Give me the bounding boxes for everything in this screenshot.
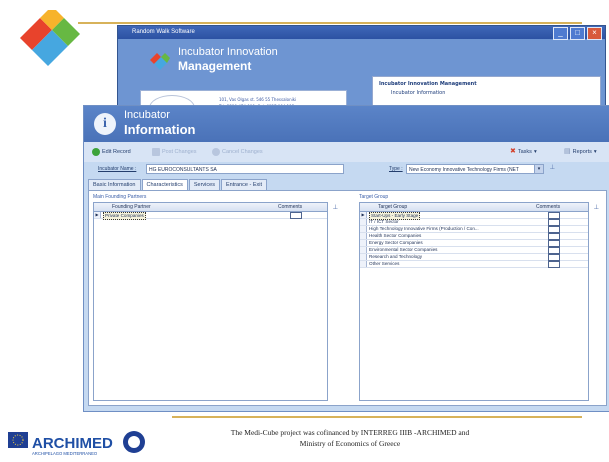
tools-icon: ✖: [510, 148, 516, 155]
check-icon: [92, 148, 100, 156]
tab-bar: Basic Information Characteristics Servic…: [88, 179, 268, 191]
app-title-line1: Incubator: [124, 109, 170, 121]
table-row[interactable]: Other Services: [360, 261, 588, 268]
chevron-down-icon: ▾: [533, 149, 537, 155]
tab-services[interactable]: Services: [188, 179, 220, 190]
archimed-logo: ARCHIMED ARCHIPELAGO MEDITERRANEO: [8, 431, 145, 456]
founding-partners-title: Main Founding Partners: [93, 194, 147, 200]
footer-credit: The Medi-Cube project was cofinanced by …: [160, 427, 540, 449]
row-pointer-icon: ▶: [94, 212, 101, 218]
comment-icon[interactable]: [290, 212, 302, 219]
pin-icon[interactable]: ⟂: [550, 164, 558, 171]
comment-icon[interactable]: [548, 212, 560, 219]
comment-icon[interactable]: [548, 240, 560, 247]
post-changes-button[interactable]: Post Changes: [152, 146, 197, 158]
minimize-icon[interactable]: _: [553, 27, 568, 40]
target-group-cell: Other Services: [369, 261, 400, 266]
app-title-line2: Information: [124, 122, 196, 137]
reports-menu-button[interactable]: ▤ Reports ▾: [564, 146, 597, 158]
cancel-changes-button[interactable]: Cancel Changes: [212, 146, 263, 158]
incubator-form-row: Incubator Name : HG EUROCONSULTANTS SA T…: [84, 162, 609, 178]
target-group-cell: Energy Sector Companies: [369, 240, 423, 245]
incubator-information-window: i Incubator Information Edit Record Post…: [83, 105, 609, 412]
comment-icon[interactable]: [548, 247, 560, 254]
characteristics-panel: Main Founding Partners Founding Partner …: [88, 190, 607, 406]
tasks-label: Tasks: [517, 149, 532, 155]
target-group-title: Target Group: [359, 194, 389, 200]
nav-panel-title: Incubator Innovation Management: [379, 81, 477, 87]
grid-header: Target Group Comments: [360, 203, 588, 212]
pin-icon[interactable]: ⟂: [594, 204, 602, 211]
column-header-comments[interactable]: Comments: [278, 204, 302, 210]
founding-partner-cell: Private Companies: [103, 212, 146, 220]
target-group-grid: Target Group Comments ▶ Start-Ups - Earl…: [359, 202, 589, 401]
info-icon: i: [94, 113, 116, 135]
target-group-cell: High Technology Innovative Firms (Produc…: [369, 226, 479, 231]
reports-label: Reports: [572, 149, 592, 155]
bg-header-line2: Management: [178, 59, 252, 73]
type-select[interactable]: New Economy Innovative Technology Firms …: [406, 164, 544, 174]
bg-window-header: Incubator Innovation Management: [136, 46, 356, 86]
maximize-icon[interactable]: □: [570, 27, 585, 40]
bg-window-controls: _ □ ×: [553, 27, 602, 40]
puzzle-logo-icon: [20, 10, 80, 66]
column-header-founding-partner[interactable]: Founding Partner: [112, 204, 151, 210]
presentation-slide: Random Walk Software _ □ × Incubator Inn…: [0, 0, 609, 462]
table-row[interactable]: Health Sector Companies: [360, 233, 588, 240]
chevron-down-icon[interactable]: ▾: [534, 165, 543, 173]
edit-record-button[interactable]: Edit Record: [92, 146, 131, 158]
toolbar: Edit Record Post Changes Cancel Changes …: [84, 142, 609, 162]
nav-item-incubator-information[interactable]: Incubator Information: [391, 90, 445, 96]
comment-icon[interactable]: [548, 254, 560, 261]
tab-basic-information[interactable]: Basic Information: [88, 179, 141, 190]
target-group-cell: Health Sector Companies: [369, 233, 422, 238]
type-select-value: New Economy Innovative Technology Firms …: [409, 167, 519, 173]
edit-record-label: Edit Record: [102, 149, 131, 155]
table-row[interactable]: High Technology Innovative Firms (Produc…: [360, 226, 588, 233]
cancel-changes-label: Cancel Changes: [222, 149, 263, 155]
cancel-icon: [212, 148, 220, 156]
table-row[interactable]: IT / ICT Sector: [360, 219, 588, 226]
table-row[interactable]: Research and Technology: [360, 254, 588, 261]
column-header-comments[interactable]: Comments: [536, 204, 560, 210]
footer-divider: [172, 416, 582, 418]
grid-header: Founding Partner Comments: [94, 203, 327, 212]
svg-text:ARCHIMED: ARCHIMED: [32, 435, 113, 452]
address-line: 101, Vas Olgas st. 546 55 Thessaloniki: [219, 97, 297, 102]
tab-entrance-exit[interactable]: Entrance - Exit: [220, 179, 268, 190]
footer-line1: The Medi-Cube project was cofinanced by …: [230, 428, 470, 437]
table-row[interactable]: Environmental Sector Companies: [360, 247, 588, 254]
row-pointer-icon: ▶: [360, 212, 367, 218]
comment-icon[interactable]: [548, 226, 560, 233]
svg-text:ARCHIPELAGO MEDITERRANEO: ARCHIPELAGO MEDITERRANEO: [32, 451, 98, 456]
target-group-cell: IT / ICT Sector: [369, 219, 399, 224]
bg-window-titlebar: Random Walk Software: [118, 26, 605, 39]
table-row[interactable]: ▶ Start-Ups - Early Stage: [360, 212, 588, 220]
puzzle-icon: [150, 53, 170, 70]
founding-partners-grid: Founding Partner Comments ▶ Private Comp…: [93, 202, 328, 401]
post-changes-label: Post Changes: [162, 149, 197, 155]
bg-header-line1: Incubator Innovation: [178, 46, 278, 58]
target-group-cell: Research and Technology: [369, 254, 423, 259]
tasks-menu-button[interactable]: ✖ Tasks ▾: [510, 146, 537, 158]
comment-icon[interactable]: [548, 219, 560, 226]
table-row[interactable]: Energy Sector Companies: [360, 240, 588, 247]
type-label: Type :: [389, 166, 403, 172]
chevron-down-icon: ▾: [593, 149, 597, 155]
pin-icon[interactable]: ⟂: [333, 204, 341, 211]
reports-icon: ▤: [564, 148, 571, 155]
table-row[interactable]: ▶ Private Companies: [94, 212, 327, 220]
column-header-target-group[interactable]: Target Group: [378, 204, 407, 210]
save-icon: [152, 148, 160, 156]
comment-icon[interactable]: [548, 233, 560, 240]
comment-icon[interactable]: [548, 261, 560, 268]
target-group-cell: Environmental Sector Companies: [369, 247, 438, 252]
incubator-name-field[interactable]: HG EUROCONSULTANTS SA: [146, 164, 344, 174]
footer-line2: Ministry of Economics of Greece: [299, 439, 401, 448]
top-divider: [78, 22, 582, 24]
close-icon[interactable]: ×: [587, 27, 602, 40]
incubator-name-label: Incubator Name :: [98, 166, 137, 172]
app-header: i Incubator Information: [84, 106, 609, 142]
